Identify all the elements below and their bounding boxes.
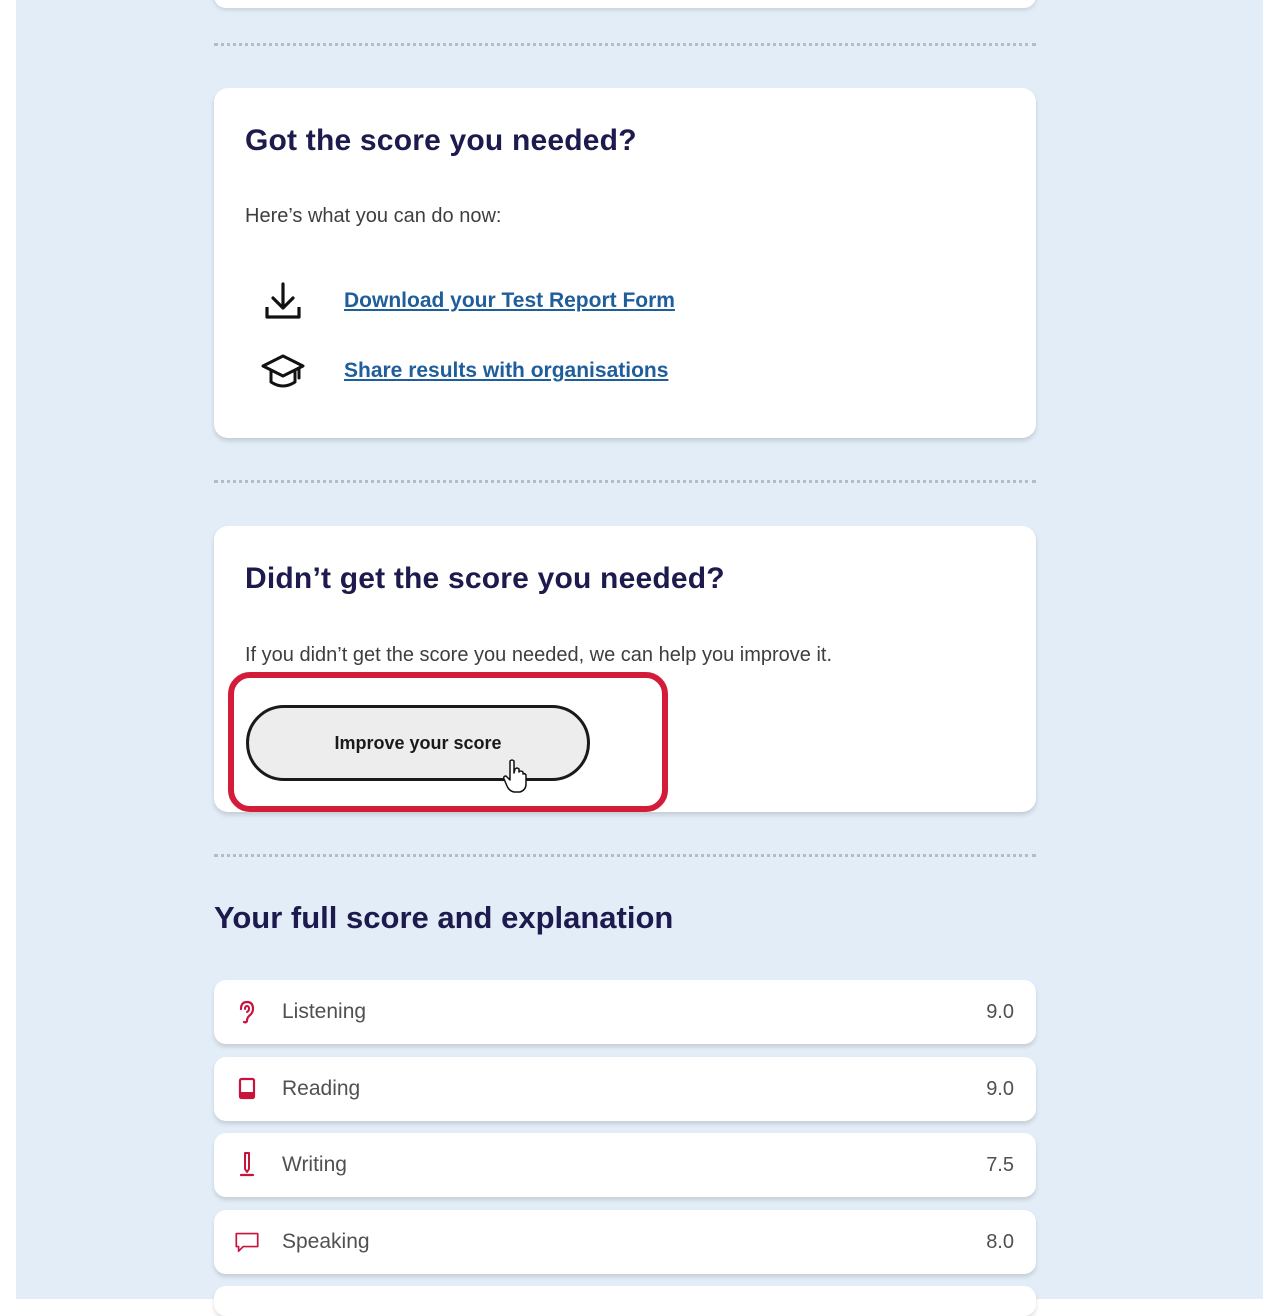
dotted-divider bbox=[214, 854, 1036, 857]
score-row-speaking[interactable]: Speaking 8.0 bbox=[214, 1210, 1036, 1274]
score-label: Reading bbox=[282, 1077, 361, 1100]
dotted-divider bbox=[214, 43, 1036, 46]
ear-icon bbox=[234, 997, 260, 1027]
score-row-partial bbox=[214, 1286, 1036, 1316]
share-action[interactable]: Share results with organisations bbox=[258, 346, 668, 396]
score-row-listening[interactable]: Listening 9.0 bbox=[214, 980, 1036, 1044]
dotted-divider bbox=[214, 480, 1036, 483]
graduation-cap-icon bbox=[258, 346, 308, 396]
score-label: Writing bbox=[282, 1153, 347, 1176]
score-value: 8.0 bbox=[986, 1230, 1014, 1253]
got-score-subtitle: Here’s what you can do now: bbox=[245, 205, 502, 227]
score-label: Listening bbox=[282, 1000, 367, 1023]
download-action[interactable]: Download your Test Report Form bbox=[258, 276, 675, 326]
download-test-report-link[interactable]: Download your Test Report Form bbox=[344, 289, 675, 313]
score-value: 7.5 bbox=[986, 1153, 1014, 1176]
share-results-link[interactable]: Share results with organisations bbox=[344, 359, 668, 383]
score-value: 9.0 bbox=[986, 1077, 1014, 1100]
speech-bubble-icon bbox=[234, 1227, 260, 1257]
score-value: 9.0 bbox=[986, 1000, 1014, 1023]
got-score-card: Got the score you needed? Here’s what yo… bbox=[214, 88, 1036, 438]
didnt-get-score-title: Didn’t get the score you needed? bbox=[245, 562, 725, 595]
hand-pointer-cursor-icon bbox=[502, 758, 528, 794]
score-row-writing[interactable]: Writing 7.5 bbox=[214, 1133, 1036, 1197]
download-icon bbox=[258, 276, 308, 326]
pen-icon bbox=[234, 1150, 260, 1180]
score-row-reading[interactable]: Reading 9.0 bbox=[214, 1057, 1036, 1121]
book-icon bbox=[234, 1074, 260, 1104]
got-score-title: Got the score you needed? bbox=[245, 124, 637, 157]
didnt-get-score-description: If you didn’t get the score you needed, … bbox=[245, 644, 833, 666]
improve-score-button[interactable]: Improve your score bbox=[246, 705, 590, 781]
score-label: Speaking bbox=[282, 1230, 370, 1253]
previous-card-edge bbox=[214, 0, 1036, 8]
full-score-title: Your full score and explanation bbox=[214, 900, 674, 935]
